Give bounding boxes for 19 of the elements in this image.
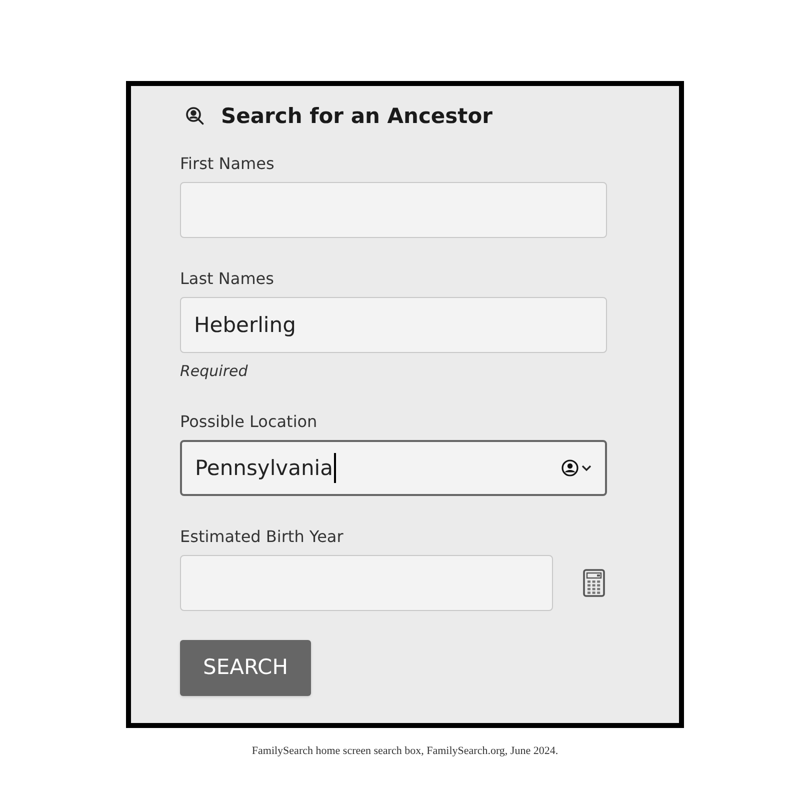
field-label: Last Names <box>180 269 275 289</box>
search-icon <box>185 106 205 126</box>
field-label: First Names <box>180 154 276 174</box>
chevron-down-icon[interactable] <box>581 464 592 472</box>
input-field[interactable] <box>180 182 607 238</box>
input-field[interactable] <box>180 555 553 611</box>
person-icon[interactable] <box>561 459 579 477</box>
field-label: Possible Location <box>180 412 318 432</box>
search-button[interactable]: SEARCH <box>180 640 311 696</box>
input-field[interactable]: Pennsylvania <box>180 440 607 496</box>
field-value: Pennsylvania <box>195 456 333 480</box>
input-field[interactable]: Heberling <box>180 297 607 353</box>
required-hint: Required <box>180 361 249 381</box>
panel-title: Search for an Ancestor <box>221 103 492 130</box>
text-cursor <box>334 453 336 483</box>
calculator-icon[interactable] <box>583 569 605 597</box>
caption: FamilySearch home screen search box, FamilySearch.org, June 2024. <box>252 744 558 759</box>
field-value: Heberling <box>194 313 296 337</box>
field-label: Estimated Birth Year <box>180 527 344 547</box>
